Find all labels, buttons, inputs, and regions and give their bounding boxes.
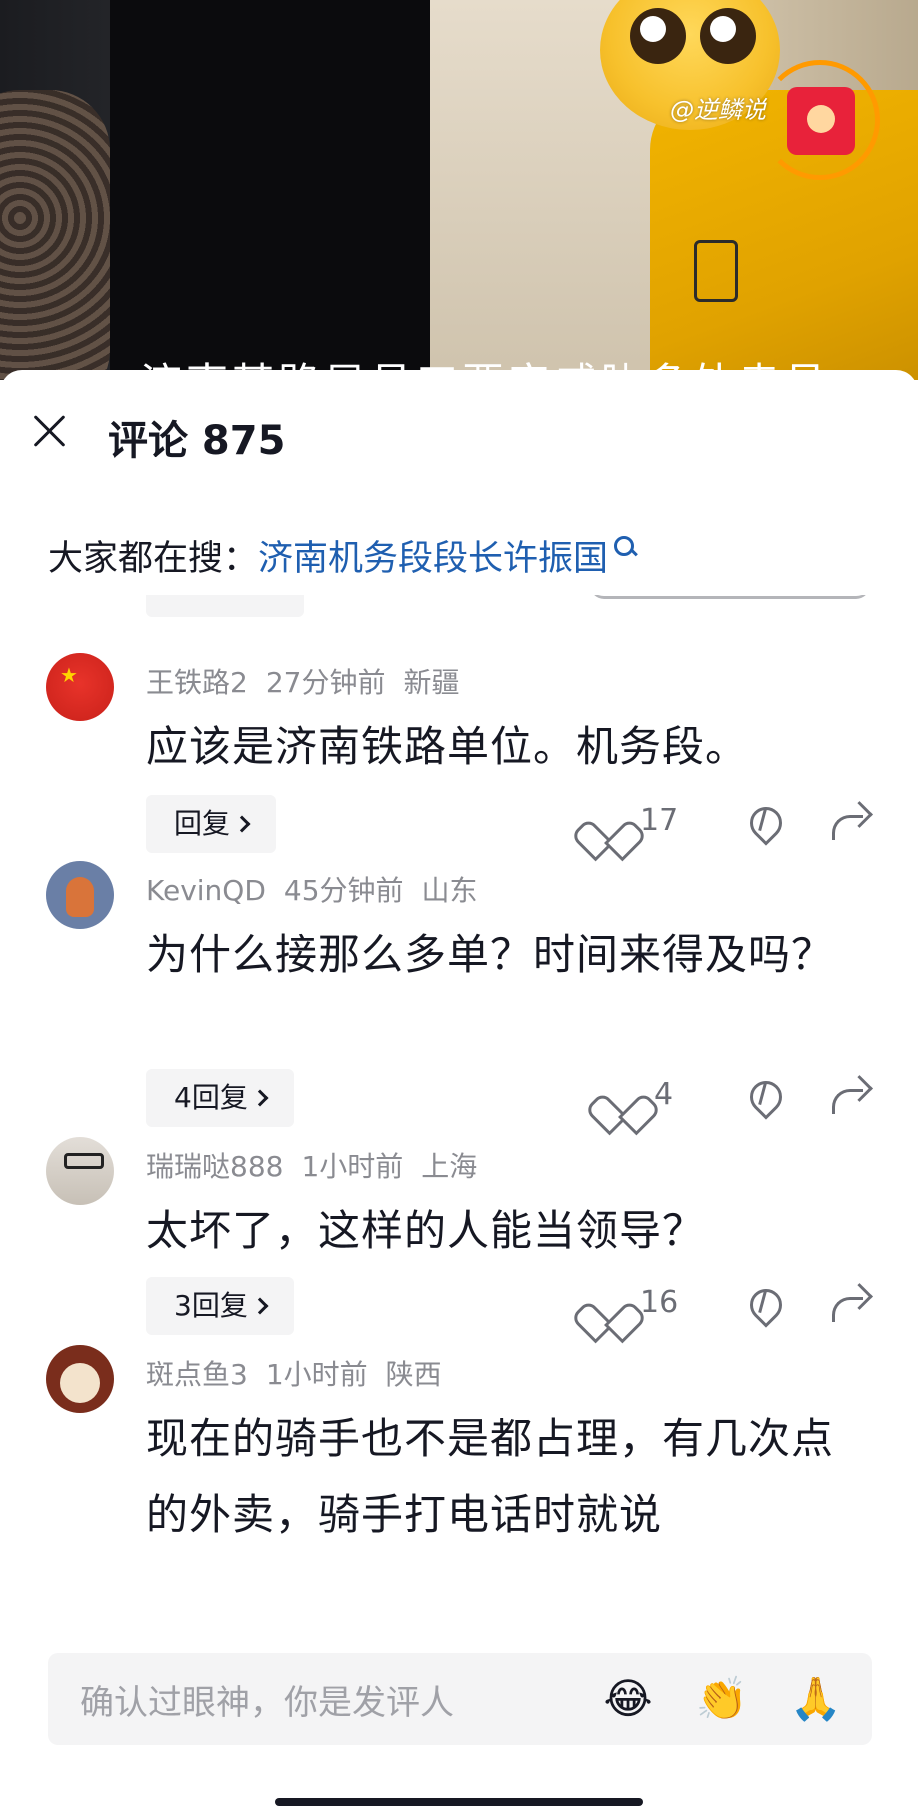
chevron-right-icon bbox=[233, 815, 251, 833]
share-icon[interactable] bbox=[832, 1081, 870, 1114]
comment-meta: KevinQD 45分钟前 山东 bbox=[146, 869, 496, 909]
dark-shirt bbox=[110, 0, 430, 380]
comment-text: 应该是济南铁路单位。机务段。 bbox=[146, 722, 749, 771]
trending-search-prefix: 大家都在搜： bbox=[48, 539, 259, 579]
red-packet-button[interactable] bbox=[760, 60, 880, 180]
comment-actions: 17 bbox=[590, 795, 880, 853]
reply-label: 4回复 bbox=[174, 1081, 248, 1114]
like-count: 16 bbox=[640, 1285, 679, 1320]
dislike-icon[interactable] bbox=[746, 1079, 782, 1115]
chevron-right-icon bbox=[251, 1297, 269, 1315]
video-background: @逆鳞说 济南某路局员工要审威胁多外卖员 bbox=[0, 0, 918, 380]
comment-username[interactable]: 王铁路2 bbox=[146, 666, 248, 699]
praying-emoji-button[interactable]: 🙏 bbox=[788, 1671, 844, 1727]
comment-text: 太坏了，这样的人能当领导？ bbox=[146, 1206, 706, 1255]
like-icon[interactable] bbox=[590, 807, 624, 839]
comment-location: 上海 bbox=[421, 1150, 478, 1183]
avatar[interactable] bbox=[46, 1345, 114, 1413]
clapping-emoji-button[interactable]: 👏 bbox=[694, 1671, 750, 1727]
comment-location: 山东 bbox=[421, 874, 478, 907]
like-icon[interactable] bbox=[604, 1081, 638, 1113]
comment-meta: 斑点鱼3 1小时前 陕西 bbox=[146, 1353, 460, 1393]
red-packet-icon bbox=[787, 87, 855, 155]
laughing-emoji-button[interactable]: 😂 bbox=[600, 1671, 656, 1727]
trending-search: 大家都在搜：济南机务段段长许振国 bbox=[48, 530, 638, 581]
comment-text: 为什么接那么多单？时间来得及吗？ bbox=[146, 930, 835, 979]
comment-sheet: 评论 875 大家都在搜：济南机务段段长许振国 王铁路2 27分钟前新疆 应该是济… bbox=[0, 370, 918, 1817]
comment-username[interactable]: KevinQD bbox=[146, 874, 266, 907]
trending-search-link[interactable]: 济南机务段段长许振国 bbox=[258, 539, 608, 579]
reply-label: 回复 bbox=[174, 807, 231, 840]
tattooed-arm bbox=[0, 90, 110, 380]
search-icon[interactable] bbox=[612, 534, 638, 560]
like-count: 4 bbox=[654, 1077, 674, 1112]
comment-time: 1小时前 bbox=[265, 1358, 368, 1391]
comment-username[interactable]: 瑞瑞哒888 bbox=[146, 1150, 283, 1183]
avatar[interactable] bbox=[46, 653, 114, 721]
comment-username[interactable]: 斑点鱼3 bbox=[146, 1358, 248, 1391]
share-icon[interactable] bbox=[832, 807, 870, 840]
comment-input-placeholder: 确认过眼神，你是发评人 bbox=[80, 1683, 454, 1723]
actions-partial bbox=[590, 595, 870, 599]
comment-text: 现在的骑手也不是都占理，有几次点的外卖，骑手打电话时就说 bbox=[146, 1414, 835, 1539]
avatar[interactable] bbox=[46, 861, 114, 929]
comment-time: 1小时前 bbox=[301, 1150, 404, 1183]
chevron-right-icon bbox=[251, 1089, 269, 1107]
reply-button[interactable]: 3回复 bbox=[146, 1277, 294, 1335]
reply-button[interactable]: 回复 bbox=[146, 795, 277, 853]
comment-list[interactable]: 王铁路2 27分钟前新疆 应该是济南铁路单位。机务段。 回复 17 KevinQD… bbox=[0, 595, 918, 1640]
dislike-icon[interactable] bbox=[746, 1287, 782, 1323]
video-watermark: @逆鳞说 bbox=[670, 96, 766, 124]
dislike-icon[interactable] bbox=[746, 805, 782, 841]
comment-location: 陕西 bbox=[385, 1358, 442, 1391]
like-icon[interactable] bbox=[590, 1289, 624, 1321]
comment-count-title: 评论 875 bbox=[108, 418, 286, 464]
home-indicator[interactable] bbox=[275, 1798, 643, 1806]
comment-meta: 瑞瑞哒888 1小时前 上海 bbox=[146, 1145, 495, 1185]
comment-header: 评论 875 bbox=[0, 370, 918, 490]
comment-actions: 16 bbox=[590, 1277, 880, 1335]
reply-button-partial[interactable] bbox=[146, 595, 304, 617]
comment-input[interactable]: 确认过眼神，你是发评人 😂 👏 🙏 bbox=[48, 1653, 872, 1745]
share-icon[interactable] bbox=[832, 1289, 870, 1322]
comment-location: 新疆 bbox=[403, 666, 460, 699]
like-count: 17 bbox=[640, 803, 679, 838]
meituan-logo bbox=[694, 240, 738, 302]
comment-meta: 王铁路2 27分钟前 新疆 bbox=[146, 661, 477, 701]
comment-time: 45分钟前 bbox=[283, 874, 404, 907]
reply-button[interactable]: 4回复 bbox=[146, 1069, 294, 1127]
comment-time: 27分钟前 bbox=[265, 666, 386, 699]
close-icon[interactable] bbox=[30, 410, 70, 450]
reply-label: 3回复 bbox=[174, 1289, 248, 1322]
comment-actions: 4 bbox=[590, 1069, 880, 1127]
avatar[interactable] bbox=[46, 1137, 114, 1205]
